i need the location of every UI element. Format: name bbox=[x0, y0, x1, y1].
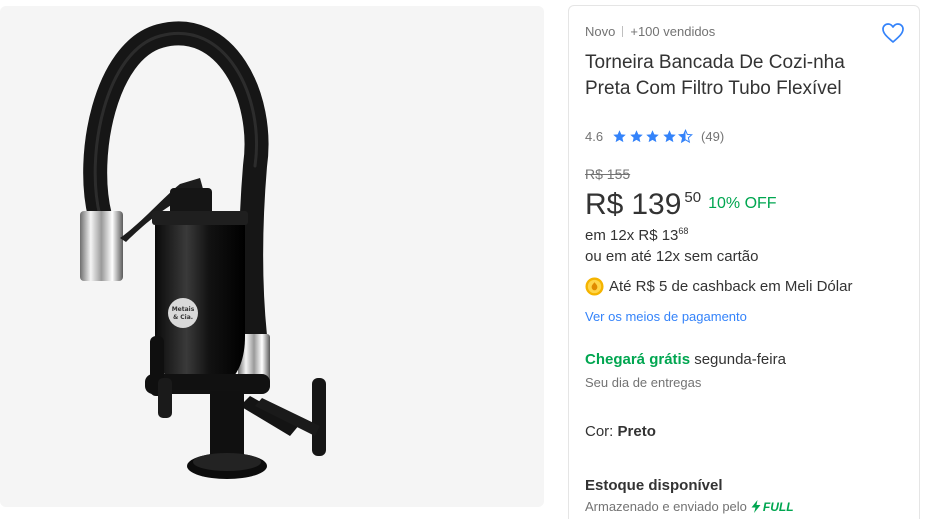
lightning-icon bbox=[751, 500, 761, 513]
star-icon bbox=[663, 130, 676, 143]
sold-count: +100 vendidos bbox=[630, 24, 716, 39]
cashback-row: Até R$ 5 de cashback em Meli Dólar bbox=[585, 277, 852, 296]
cashback-text: Até R$ 5 de cashback em Meli Dólar bbox=[609, 278, 853, 295]
no-card-installments: ou em até 12x sem cartão bbox=[585, 248, 759, 265]
free-shipping-label: Chegará grátis bbox=[585, 351, 691, 368]
stock-subtext: Armazenado e enviado pelo FULL bbox=[585, 499, 794, 514]
color-value: Preto bbox=[617, 423, 656, 440]
installments-text: em 12x R$ 13 bbox=[585, 227, 679, 244]
installments-cents: 68 bbox=[678, 226, 689, 236]
heart-outline-icon bbox=[882, 23, 904, 43]
stock-label: Estoque disponível bbox=[585, 477, 723, 494]
full-badge-text: FULL bbox=[762, 499, 794, 514]
original-price: R$ 155 bbox=[585, 166, 631, 182]
payment-methods-link[interactable]: Ver os meios de pagamento bbox=[585, 309, 747, 324]
fulfillment-text: Armazenado e enviado pelo bbox=[585, 499, 747, 514]
star-icon bbox=[613, 130, 626, 143]
price-integer: 139 bbox=[631, 188, 682, 221]
product-title: Torneira Bancada De Cozi-nha Preta Com F… bbox=[585, 52, 845, 99]
logo-line2: & Cia. bbox=[173, 314, 193, 321]
full-badge: FULL bbox=[751, 500, 794, 514]
current-price: R$ 139 50 10% OFF bbox=[585, 184, 777, 226]
installments: em 12x R$ 1368 bbox=[585, 226, 688, 244]
coin-icon bbox=[585, 277, 604, 296]
rating-row[interactable]: 4.6 (49) bbox=[585, 129, 724, 144]
star-half-icon bbox=[678, 129, 694, 144]
product-subtitle: Novo +100 vendidos bbox=[585, 24, 715, 39]
favorite-button[interactable] bbox=[881, 22, 905, 44]
price-cents: 50 bbox=[684, 189, 702, 206]
price-currency: R$ bbox=[585, 188, 624, 221]
review-count: (49) bbox=[701, 129, 725, 144]
color-selector[interactable]: Cor: Preto bbox=[585, 423, 656, 440]
color-label: Cor: bbox=[585, 423, 618, 440]
rating-stars bbox=[612, 129, 695, 144]
subtitle-divider bbox=[622, 26, 624, 37]
product-image: Metais & Cia. bbox=[80, 21, 326, 479]
buy-box: Novo +100 vendidos Torneira Bancada De Co… bbox=[568, 5, 920, 519]
delivery-day: segunda-feira bbox=[690, 351, 786, 368]
discount-badge: 10% OFF bbox=[708, 195, 777, 212]
delivery-info: Chegará grátis segunda-feira bbox=[585, 351, 786, 368]
delivery-subtext: Seu dia de entregas bbox=[585, 375, 702, 390]
logo-line1: Metais bbox=[172, 306, 195, 313]
star-icon bbox=[629, 130, 643, 143]
star-icon bbox=[646, 130, 660, 143]
product-image-panel[interactable]: Metais & Cia. bbox=[0, 6, 544, 507]
condition-label: Novo bbox=[585, 24, 616, 39]
rating-value: 4.6 bbox=[585, 129, 604, 144]
